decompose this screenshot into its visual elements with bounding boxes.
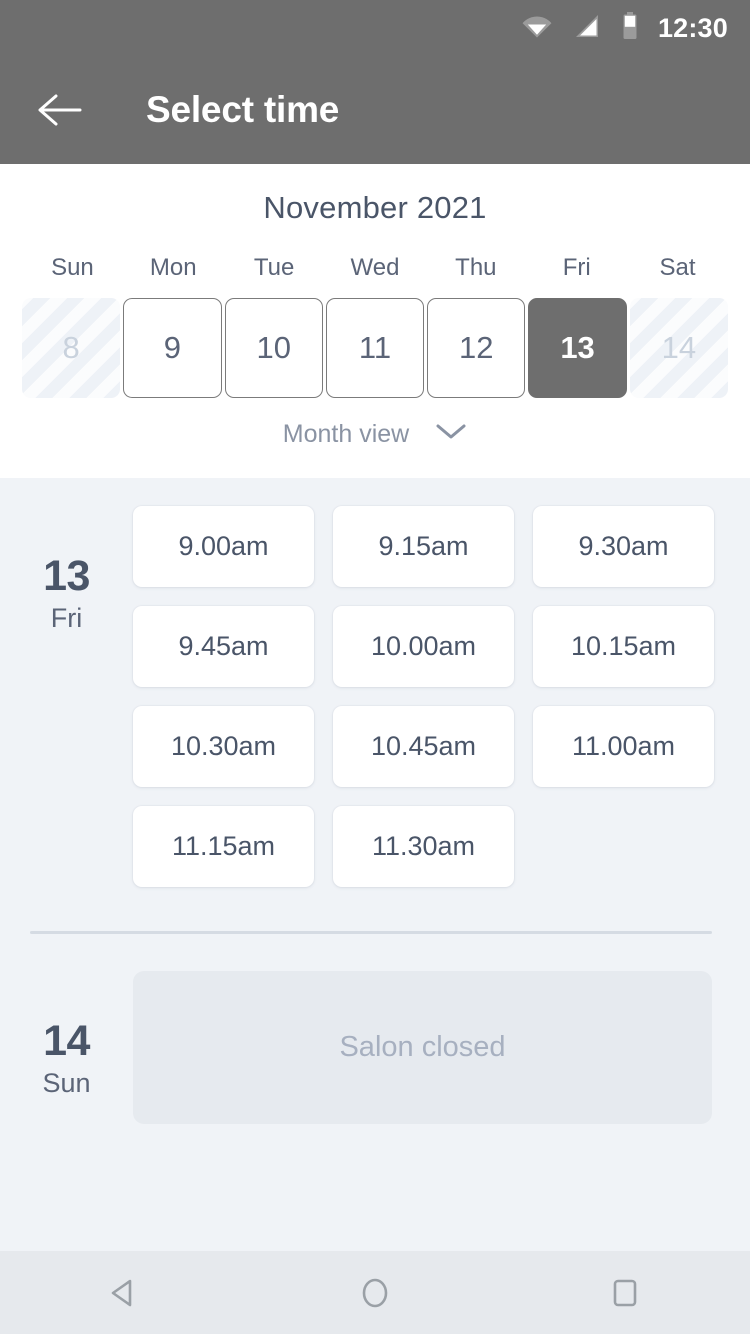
status-bar: 12:30 <box>0 0 750 56</box>
time-slot[interactable]: 9.45am <box>133 606 314 687</box>
schedule-day-number: 14 <box>43 1017 90 1065</box>
time-slot-grid: 9.00am 9.15am 9.30am 9.45am 10.00am 10.1… <box>133 506 748 887</box>
app-bar: Select time <box>0 56 750 164</box>
calendar-day-12[interactable]: 12 <box>427 298 526 398</box>
schedule-day-13: 13 Fri 9.00am 9.15am 9.30am 9.45am 10.00… <box>0 478 750 887</box>
calendar-day-10[interactable]: 10 <box>224 298 323 398</box>
time-slot[interactable]: 9.30am <box>533 506 714 587</box>
weekday-label-sun: Sun <box>51 254 94 281</box>
time-slot[interactable]: 11.30am <box>333 806 514 887</box>
back-button[interactable] <box>32 82 88 138</box>
triangle-back-icon <box>111 1279 132 1306</box>
nav-recents-button[interactable] <box>570 1251 680 1334</box>
cellular-signal-icon <box>574 13 600 44</box>
status-clock: 12:30 <box>657 12 728 43</box>
calendar-panel: November 2021 Sun Mon Tue Wed Thu Fri Sa… <box>0 164 750 478</box>
time-slot[interactable]: 9.00am <box>133 506 314 587</box>
nav-home-button[interactable] <box>320 1251 430 1334</box>
chevron-down-icon <box>435 422 467 447</box>
calendar-day-11[interactable]: 11 <box>325 298 425 398</box>
weekday-label-thu: Thu <box>455 254 497 281</box>
wifi-icon <box>522 13 552 44</box>
time-slot[interactable]: 11.15am <box>133 806 314 887</box>
calendar-month-title: November 2021 <box>263 190 487 225</box>
arrow-left-icon <box>38 94 82 126</box>
schedule-day-name: Fri <box>50 603 83 634</box>
battery-icon <box>622 11 638 45</box>
system-navigation-bar <box>0 1251 750 1334</box>
schedule-day-label: 14 Sun <box>0 971 133 1124</box>
phone-screen: 12:30 Select time November 2021 Sun Mon … <box>0 0 750 1334</box>
salon-closed-banner: Salon closed <box>133 971 712 1124</box>
schedule-day-number: 13 <box>43 552 90 600</box>
calendar-day-8: 8 <box>22 298 121 398</box>
square-recents-icon <box>613 1279 637 1306</box>
month-view-toggle[interactable]: Month view <box>0 420 750 449</box>
weekday-label-fri: Fri <box>562 254 591 281</box>
status-icons <box>522 11 638 45</box>
weekday-label-mon: Mon <box>149 254 197 281</box>
calendar-day-row: 8 9 10 11 12 13 14 <box>0 298 750 398</box>
month-view-label: Month view <box>282 420 410 448</box>
schedule-day-label: 13 Fri <box>0 506 133 887</box>
weekday-label-tue: Tue <box>253 254 295 281</box>
circle-home-icon <box>362 1278 388 1307</box>
calendar-day-14: 14 <box>629 298 728 398</box>
page-title: Select time <box>146 89 340 130</box>
calendar-day-9[interactable]: 9 <box>123 298 222 398</box>
nav-back-button[interactable] <box>70 1251 180 1334</box>
schedule-list: 13 Fri 9.00am 9.15am 9.30am 9.45am 10.00… <box>0 478 750 1251</box>
time-slot[interactable]: 11.00am <box>533 706 714 787</box>
weekday-label-sat: Sat <box>659 254 696 281</box>
schedule-day-14: 14 Sun Salon closed <box>0 934 750 1124</box>
time-slot[interactable]: 10.00am <box>333 606 514 687</box>
time-slot[interactable]: 10.15am <box>533 606 714 687</box>
calendar-weekday-row: Sun Mon Tue Wed Thu Fri Sat <box>0 254 750 282</box>
time-slot[interactable]: 9.15am <box>333 506 514 587</box>
schedule-day-name: Sun <box>42 1068 91 1099</box>
time-slot[interactable]: 10.45am <box>333 706 514 787</box>
weekday-label-wed: Wed <box>350 254 400 281</box>
calendar-day-13[interactable]: 13 <box>528 298 627 398</box>
time-slot[interactable]: 10.30am <box>133 706 314 787</box>
